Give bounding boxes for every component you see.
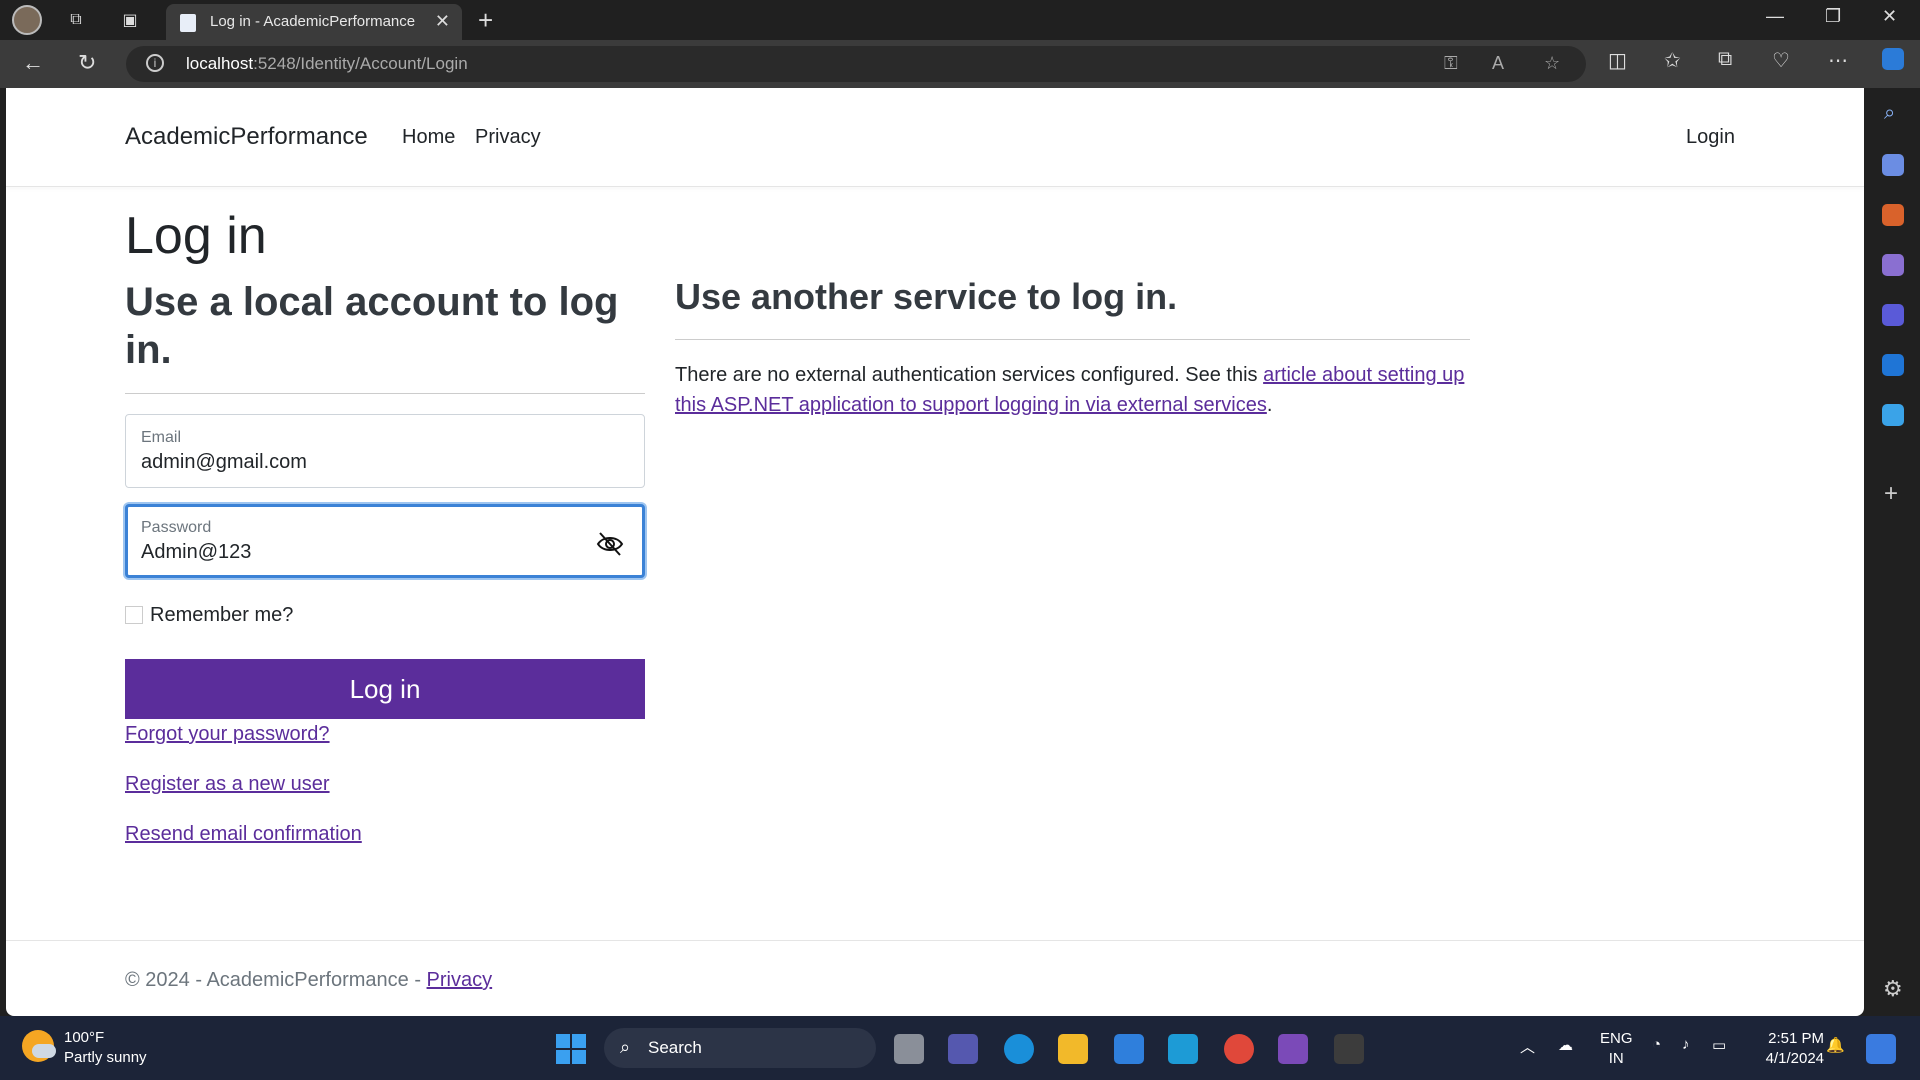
address-toolbar: ← ↻ i localhost:5248/Identity/Account/Lo… (0, 40, 1920, 88)
password-label: Password (141, 519, 212, 536)
workspaces-icon[interactable]: ⧉ (64, 8, 88, 32)
outlook-icon[interactable] (1882, 354, 1904, 376)
resend-confirmation-link[interactable]: Resend email confirmation (125, 823, 362, 846)
onedrive-icon[interactable]: ☁ (1558, 1036, 1573, 1054)
nav-login[interactable]: Login (1686, 126, 1735, 149)
restore-icon[interactable]: ❐ (1825, 6, 1841, 27)
url-text: localhost:5248/Identity/Account/Login (186, 54, 468, 73)
microsoft-365-icon[interactable] (1882, 304, 1904, 326)
edge-sidebar: ⌕ + ⚙ (1866, 48, 1920, 1016)
site-footer: © 2024 - AcademicPerformance - Privacy (6, 940, 1864, 1016)
remember-label[interactable]: Remember me? (150, 604, 293, 627)
taskbar-search[interactable]: ⌕ Search (604, 1028, 876, 1068)
tools-icon[interactable] (1882, 204, 1904, 226)
battery-icon[interactable]: ▭ (1712, 1036, 1726, 1054)
footer-privacy-link[interactable]: Privacy (427, 969, 493, 991)
start-icon[interactable] (556, 1034, 586, 1064)
more-menu-icon[interactable]: ⋯ (1828, 48, 1848, 73)
email-value[interactable]: admin@gmail.com (141, 451, 307, 474)
email-field[interactable]: Email admin@gmail.com (125, 414, 645, 488)
address-bar[interactable]: i localhost:5248/Identity/Account/Login … (126, 46, 1586, 82)
language-indicator[interactable]: ENG IN (1600, 1029, 1633, 1069)
site-navbar: AcademicPerformance Home Privacy Login (6, 88, 1864, 187)
hide-password-icon[interactable] (596, 531, 624, 557)
forgot-password-link[interactable]: Forgot your password? (125, 723, 330, 746)
volume-icon[interactable]: ♪ (1682, 1036, 1690, 1053)
password-key-icon[interactable]: ⚿ (1444, 53, 1458, 74)
external-info-text: There are no external authentication ser… (675, 364, 1465, 416)
search-sidebar-icon[interactable]: ⌕ (1884, 102, 1895, 125)
refresh-icon[interactable]: ↻ (78, 50, 96, 76)
edge-icon[interactable] (1004, 1034, 1034, 1064)
close-tab-icon[interactable]: ✕ (435, 11, 450, 32)
search-icon: ⌕ (620, 1037, 631, 1057)
copilot-icon[interactable] (1882, 48, 1904, 70)
vertical-tabs-icon[interactable]: ▣ (118, 8, 142, 32)
register-link[interactable]: Register as a new user (125, 773, 330, 796)
chrome-icon[interactable] (1224, 1034, 1254, 1064)
web-page: AcademicPerformance Home Privacy Login L… (6, 88, 1864, 1016)
visual-studio-icon[interactable] (1278, 1034, 1308, 1064)
external-divider (675, 339, 1470, 340)
tab-title: Log in - AcademicPerformance (210, 13, 416, 30)
external-login-heading: Use another service to log in. (675, 276, 1178, 317)
browser-essentials-icon[interactable]: ♡ (1772, 48, 1790, 73)
new-tab-icon[interactable]: + (478, 5, 493, 36)
favorites-icon[interactable]: ✩ (1664, 48, 1681, 73)
taskbar-search-label: Search (648, 1038, 702, 1057)
favorite-star-icon[interactable]: ☆ (1544, 53, 1560, 74)
copilot-taskbar-icon[interactable] (1866, 1034, 1896, 1064)
nav-privacy[interactable]: Privacy (475, 126, 541, 149)
store-icon[interactable] (1114, 1034, 1144, 1064)
local-account-heading: Use a local account to log in. (125, 280, 619, 372)
password-value[interactable]: Admin@123 (141, 541, 251, 564)
split-screen-icon[interactable]: ◫ (1608, 48, 1627, 73)
site-brand[interactable]: AcademicPerformance (125, 123, 368, 151)
myhp-icon[interactable] (1168, 1034, 1198, 1064)
file-explorer-icon[interactable] (1058, 1034, 1088, 1064)
local-divider (125, 393, 645, 394)
browser-tab-bar: ⧉ ▣ Log in - AcademicPerformance ✕ + — ❐… (0, 0, 1920, 40)
active-tab[interactable]: Log in - AcademicPerformance ✕ (166, 4, 462, 40)
password-field[interactable]: Password Admin@123 (125, 504, 645, 578)
nav-home[interactable]: Home (402, 126, 455, 149)
weather-icon[interactable] (22, 1030, 56, 1062)
remember-checkbox[interactable] (125, 606, 143, 624)
shopping-icon[interactable] (1882, 154, 1904, 176)
login-button[interactable]: Log in (125, 659, 645, 719)
profile-avatar[interactable] (12, 5, 42, 35)
games-icon[interactable] (1882, 254, 1904, 276)
teams-icon[interactable] (948, 1034, 978, 1064)
footer-text: © 2024 - AcademicPerformance - Privacy (125, 969, 493, 991)
page-title: Log in (125, 207, 267, 265)
back-icon[interactable]: ← (22, 50, 44, 76)
weather-condition: Partly sunny (64, 1049, 147, 1066)
collections-icon[interactable]: ⧉ (1718, 48, 1732, 71)
read-aloud-icon[interactable]: A (1492, 53, 1504, 74)
wifi-icon[interactable]: ◔ (1652, 1036, 1661, 1053)
sidebar-settings-icon[interactable]: ⚙ (1883, 976, 1903, 1002)
minimize-icon[interactable]: — (1766, 6, 1784, 27)
page-favicon-icon (180, 14, 196, 32)
site-info-icon[interactable]: i (146, 54, 164, 72)
email-label: Email (141, 429, 182, 446)
weather-temperature: 100°F (64, 1029, 105, 1046)
task-view-icon[interactable] (894, 1034, 924, 1064)
terminal-icon[interactable] (1334, 1034, 1364, 1064)
windows-taskbar: 100°F Partly sunny ⌕ Search ︿ ☁ ENG IN ◔… (0, 1016, 1920, 1080)
tray-overflow-icon[interactable]: ︿ (1520, 1036, 1535, 1057)
add-sidebar-app-icon[interactable]: + (1884, 480, 1898, 508)
clock[interactable]: 2:51 PM 4/1/2024 (1754, 1029, 1824, 1069)
notification-bell-icon[interactable]: 🔔 (1826, 1036, 1845, 1054)
drop-icon[interactable] (1882, 404, 1904, 426)
weather-widget[interactable]: 100°F Partly sunny (64, 1028, 147, 1068)
close-window-icon[interactable]: ✕ (1882, 6, 1897, 27)
